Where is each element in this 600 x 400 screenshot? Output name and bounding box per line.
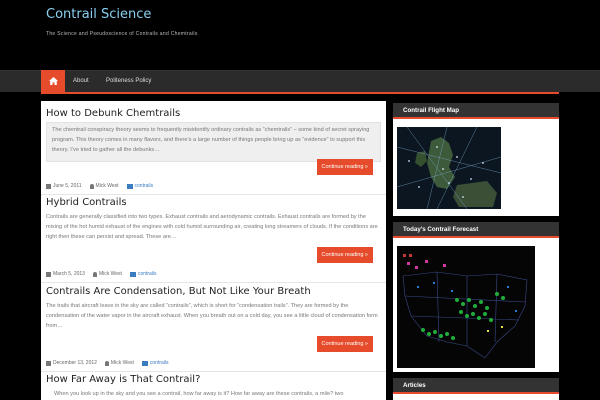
post-excerpt: The trails that aircraft leave in the sk… — [46, 303, 378, 329]
post-meta: December 13, 2012 Mick West contrails — [46, 359, 169, 367]
site-tagline: The Science and Pseudoscience of Contrai… — [46, 31, 198, 37]
post-list: How to Debunk Chemtrails The chemtrail c… — [41, 101, 386, 400]
user-icon — [89, 183, 94, 189]
post-excerpt: Contrails are generally classified into … — [46, 214, 378, 240]
post-date[interactable]: December 13, 2012 — [53, 360, 97, 366]
nav-item-about[interactable]: About — [73, 70, 89, 92]
post-title[interactable]: How to Debunk Chemtrails — [46, 108, 180, 119]
nav-item-politeness-policy[interactable]: Politeness Policy — [106, 70, 151, 92]
post-category[interactable]: contrails — [150, 360, 169, 366]
post-category[interactable]: contrails — [135, 183, 154, 189]
site-title[interactable]: Contrail Science — [46, 7, 151, 22]
post-author[interactable]: Mick West — [96, 183, 119, 189]
continue-reading-button[interactable]: Continue reading » — [316, 247, 373, 263]
user-icon — [92, 271, 97, 277]
post-excerpt: When you look up in the sky and you see … — [54, 391, 344, 397]
widget-articles: Articles — [393, 378, 559, 400]
calendar-icon — [46, 360, 51, 366]
flight-map-image[interactable] — [397, 127, 501, 209]
nav-home-button[interactable] — [41, 70, 65, 92]
post-date[interactable]: March 5, 2013 — [53, 271, 85, 277]
post-excerpt: The chemtrail conspiracy theory seems to… — [46, 122, 381, 162]
category-icon — [126, 183, 133, 189]
calendar-icon — [46, 183, 51, 189]
post-title[interactable]: Hybrid Contrails — [46, 197, 127, 208]
post-meta: March 5, 2013 Mick West contrails — [46, 270, 157, 278]
post-divider — [41, 282, 386, 283]
user-icon — [104, 360, 109, 366]
widget-title: Contrail Flight Map — [393, 103, 559, 119]
category-icon — [141, 360, 148, 366]
post-divider — [41, 194, 386, 195]
post-title[interactable]: Contrails Are Condensation, But Not Like… — [46, 286, 311, 297]
widget-title: Today’s Contrail Forecast — [393, 222, 559, 238]
nav-accent-line — [41, 92, 559, 94]
continue-reading-button[interactable]: Continue reading » — [316, 336, 373, 352]
main-nav — [0, 70, 600, 92]
widget-contrail-forecast: Today’s Contrail Forecast — [393, 222, 559, 372]
post-author[interactable]: Mick West — [111, 360, 134, 366]
post-author[interactable]: Mick West — [99, 271, 122, 277]
calendar-icon — [46, 271, 51, 277]
continue-reading-button[interactable]: Continue reading » — [316, 159, 373, 175]
forecast-map-image[interactable] — [397, 246, 535, 368]
post-date[interactable]: June 5, 2011 — [53, 183, 82, 189]
site-header: Contrail Science The Science and Pseudos… — [0, 0, 600, 70]
post-meta: June 5, 2011 Mick West contrails — [46, 182, 153, 190]
post-divider — [41, 371, 386, 372]
widget-title: Articles — [393, 378, 559, 394]
home-icon — [48, 77, 58, 85]
widget-flight-map: Contrail Flight Map — [393, 103, 559, 216]
category-icon — [129, 271, 136, 277]
post-category[interactable]: contrails — [138, 271, 157, 277]
post-title[interactable]: How Far Away is That Contrail? — [46, 374, 200, 385]
